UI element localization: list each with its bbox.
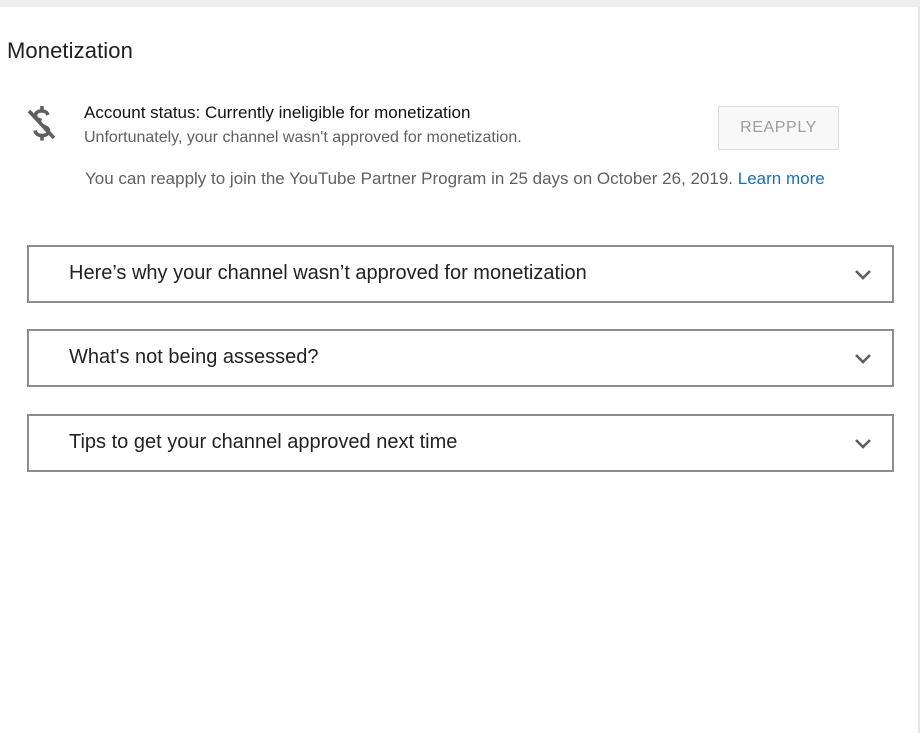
reapply-note: You can reapply to join the YouTube Part… [85,169,825,189]
chevron-down-icon [855,439,871,449]
section-title: Monetization [7,38,133,63]
top-strip [0,0,920,7]
reapply-button[interactable]: REAPPLY [718,106,839,150]
account-status-subtitle: Unfortunately, your channel wasn't appro… [84,129,522,146]
chevron-down-icon [855,270,871,280]
accordion-tips[interactable]: Tips to get your channel approved next t… [27,414,894,472]
accordion-why-not-approved[interactable]: Here’s why your channel wasn’t approved … [27,245,894,303]
money-off-icon [27,106,56,141]
reapply-note-text: You can reapply to join the YouTube Part… [85,169,734,188]
monetization-page: Monetization Account status: Currently i… [0,7,918,733]
accordion-label: Here’s why your channel wasn’t approved … [69,262,587,284]
accordion-label: Tips to get your channel approved next t… [69,431,458,453]
learn-more-link[interactable]: Learn more [738,169,825,188]
accordion-not-assessed[interactable]: What's not being assessed? [27,329,894,387]
account-status-title: Account status: Currently ineligible for… [84,103,471,122]
accordion-label: What's not being assessed? [69,346,319,368]
chevron-down-icon [855,354,871,364]
